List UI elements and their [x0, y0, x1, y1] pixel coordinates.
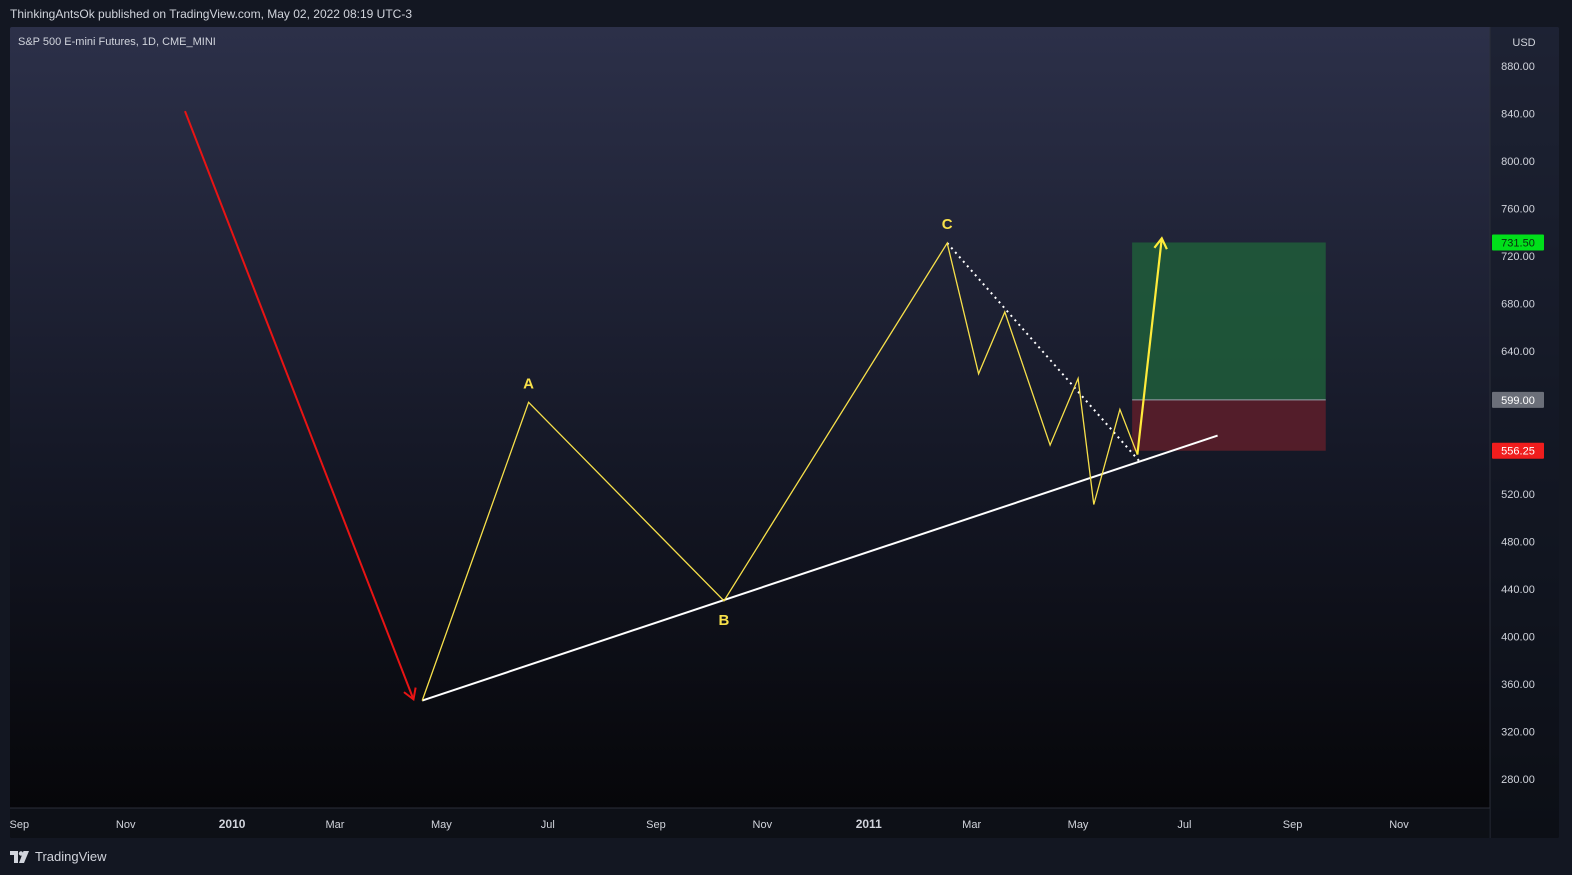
y-tick-label: 720.00	[1501, 251, 1535, 263]
y-tick-label: 640.00	[1501, 346, 1535, 358]
x-tick-label: Sep	[10, 819, 29, 831]
target-zone[interactable]	[1132, 242, 1326, 400]
y-tick-label: 400.00	[1501, 631, 1535, 643]
y-tick-label: 760.00	[1501, 204, 1535, 216]
y-tick-label: 480.00	[1501, 536, 1535, 548]
footer: TradingView	[0, 838, 1572, 875]
x-tick-label: Mar	[962, 819, 981, 831]
dotted-line[interactable]	[946, 242, 1142, 464]
chart-svg[interactable]: USD 880.00 840.00 800.00 760.00 720.00 680.00 6…	[10, 27, 1559, 838]
x-tick-label: Mar	[326, 819, 345, 831]
y-tick-label: 280.00	[1501, 774, 1535, 786]
entry-price-badge-text: 599.00	[1501, 395, 1535, 407]
x-tick-label: Sep	[1283, 819, 1303, 831]
published-info: ThinkingAntsOk published on TradingView.…	[10, 7, 412, 21]
x-tick-label: Nov	[753, 819, 773, 831]
x-tick-label: May	[1068, 819, 1089, 831]
chart-title: S&P 500 E-mini Futures, 1D, CME_MINI	[18, 36, 216, 48]
y-tick-label: 840.00	[1501, 109, 1535, 121]
x-tick-label: Jul	[1177, 819, 1191, 831]
y-tick-label: 520.00	[1501, 489, 1535, 501]
x-tick-label: 2010	[219, 817, 246, 831]
tradingview-brand[interactable]: TradingView	[10, 849, 107, 864]
stop-price-badge-text: 556.25	[1501, 446, 1535, 458]
x-tick-label: Nov	[116, 819, 136, 831]
tradingview-logo-icon	[10, 850, 29, 863]
y-tick-label: 360.00	[1501, 679, 1535, 691]
target-price-badge-text: 731.50	[1501, 237, 1535, 249]
price-scale[interactable]	[1490, 27, 1559, 838]
y-tick-label: 800.00	[1501, 156, 1535, 168]
x-tick-label: 2011	[856, 817, 882, 831]
down-arrow[interactable]	[184, 110, 415, 700]
x-tick-label: Nov	[1389, 819, 1409, 831]
x-tick-label: May	[431, 819, 452, 831]
publish-header: ThinkingAntsOk published on TradingView.…	[0, 0, 1572, 27]
y-tick-label: 320.00	[1501, 726, 1535, 738]
chart-area[interactable]: USD 880.00 840.00 800.00 760.00 720.00 680.00 6…	[10, 27, 1559, 838]
wave-label-c: C	[942, 216, 953, 233]
currency-label: USD	[1512, 37, 1535, 49]
y-tick-label: 680.00	[1501, 299, 1535, 311]
pattern-wave-line[interactable]	[421, 241, 1139, 701]
y-tick-label: 440.00	[1501, 584, 1535, 596]
stop-zone[interactable]	[1132, 399, 1326, 451]
wave-label-a: A	[523, 375, 534, 392]
wave-label-b: B	[719, 612, 730, 629]
y-tick-label: 880.00	[1501, 61, 1535, 73]
trend-line[interactable]	[421, 434, 1218, 702]
x-tick-label: Jul	[541, 819, 555, 831]
x-tick-label: Sep	[646, 819, 666, 831]
brand-text: TradingView	[35, 849, 107, 864]
